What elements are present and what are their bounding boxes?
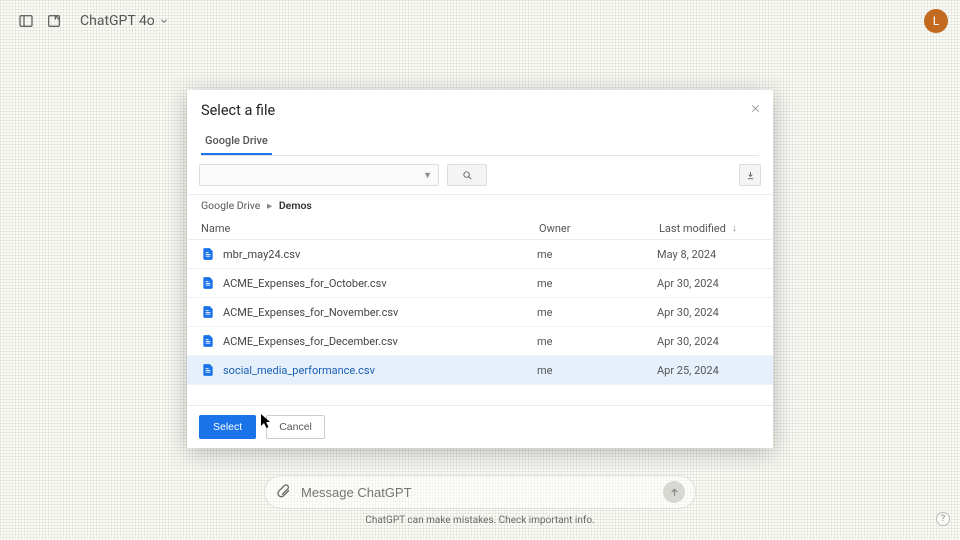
help-label: ?: [941, 514, 945, 524]
file-owner: me: [537, 248, 657, 261]
file-icon: [201, 275, 215, 291]
file-owner: me: [537, 335, 657, 348]
file-icon: [201, 246, 215, 262]
folder-dropdown[interactable]: ▼: [199, 164, 439, 186]
column-headers: Name Owner Last modified ↓: [187, 218, 773, 240]
file-modified: Apr 30, 2024: [657, 335, 759, 348]
breadcrumb-root[interactable]: Google Drive: [201, 199, 260, 212]
file-modified: Apr 30, 2024: [657, 306, 759, 319]
modal-title: Select a file: [201, 102, 759, 119]
column-owner[interactable]: Owner: [539, 222, 659, 235]
file-owner: me: [537, 306, 657, 319]
composer-input[interactable]: [301, 485, 653, 500]
model-name-label: ChatGPT 4o: [80, 13, 155, 29]
file-owner: me: [537, 277, 657, 290]
breadcrumb-current[interactable]: Demos: [279, 199, 312, 212]
search-button[interactable]: [447, 164, 487, 186]
send-button[interactable]: [663, 481, 685, 503]
file-row[interactable]: ACME_Expenses_for_October.csvmeApr 30, 2…: [187, 269, 773, 298]
modal-toolbar: ▼: [187, 156, 773, 195]
close-icon[interactable]: [747, 100, 763, 116]
new-chat-icon[interactable]: [40, 7, 68, 35]
file-name: ACME_Expenses_for_December.csv: [223, 335, 537, 348]
tab-google-drive[interactable]: Google Drive: [201, 130, 272, 155]
column-modified[interactable]: Last modified ↓: [659, 222, 759, 235]
sidebar-toggle-icon[interactable]: [12, 7, 40, 35]
top-bar: ChatGPT 4o L: [0, 0, 960, 42]
search-icon: [462, 170, 473, 181]
modal-footer: Select Cancel: [187, 405, 773, 448]
file-modified: Apr 25, 2024: [657, 364, 759, 377]
file-name: ACME_Expenses_for_November.csv: [223, 306, 537, 319]
file-icon: [201, 333, 215, 349]
file-name: ACME_Expenses_for_October.csv: [223, 277, 537, 290]
file-picker-modal: Select a file Google Drive ▼ Google Driv…: [187, 90, 773, 448]
cancel-button[interactable]: Cancel: [266, 415, 325, 439]
file-list: mbr_may24.csvmeMay 8, 2024ACME_Expenses_…: [187, 240, 773, 405]
model-selector[interactable]: ChatGPT 4o: [80, 13, 169, 29]
file-name: mbr_may24.csv: [223, 248, 537, 261]
arrow-down-icon: ↓: [732, 223, 737, 234]
chevron-down-icon: [159, 16, 169, 26]
composer-area: ChatGPT can make mistakes. Check importa…: [0, 475, 960, 526]
file-modified: May 8, 2024: [657, 248, 759, 261]
avatar[interactable]: L: [924, 9, 948, 33]
file-row[interactable]: social_media_performance.csvmeApr 25, 20…: [187, 356, 773, 385]
file-row[interactable]: ACME_Expenses_for_December.csvmeApr 30, …: [187, 327, 773, 356]
column-modified-label: Last modified: [659, 222, 726, 235]
sort-icon: [745, 170, 756, 181]
file-icon: [201, 304, 215, 320]
arrow-up-icon: [669, 487, 680, 498]
column-name[interactable]: Name: [201, 222, 539, 235]
modal-header: Select a file Google Drive: [187, 90, 773, 156]
help-button[interactable]: ?: [936, 512, 950, 526]
file-row[interactable]: ACME_Expenses_for_November.csvmeApr 30, …: [187, 298, 773, 327]
list-options-button[interactable]: [739, 164, 761, 186]
attach-icon[interactable]: [275, 482, 291, 502]
breadcrumb-separator: ▸: [267, 199, 272, 212]
disclaimer-text: ChatGPT can make mistakes. Check importa…: [365, 515, 594, 526]
file-owner: me: [537, 364, 657, 377]
avatar-initial: L: [933, 14, 939, 28]
modal-tabs: Google Drive: [201, 129, 759, 156]
file-row[interactable]: mbr_may24.csvmeMay 8, 2024: [187, 240, 773, 269]
file-icon: [201, 362, 215, 378]
breadcrumb: Google Drive ▸ Demos: [187, 195, 773, 218]
select-button[interactable]: Select: [199, 415, 256, 439]
file-name: social_media_performance.csv: [223, 364, 537, 377]
composer: [264, 475, 696, 509]
file-modified: Apr 30, 2024: [657, 277, 759, 290]
